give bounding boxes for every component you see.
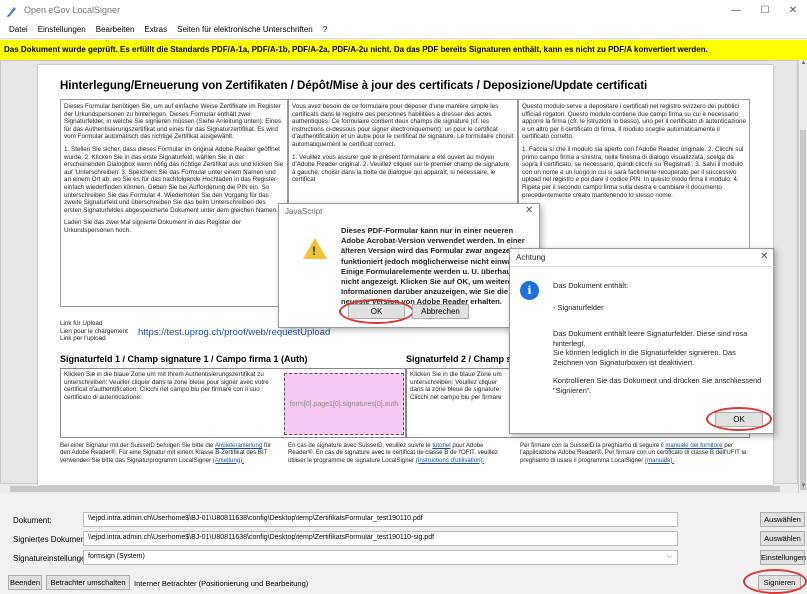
select-signed-document-button[interactable]: Auswählen (760, 531, 805, 546)
warning-icon-mark: ! (312, 244, 316, 258)
menu-extras[interactable]: Extras (139, 22, 172, 38)
settings-button[interactable]: Einstellungen (760, 550, 806, 565)
highlight-ellipse (743, 569, 807, 594)
upload-link[interactable]: https://test.uprog.ch/proof/web/requestU… (138, 327, 330, 338)
signature-field-2-title: Signaturfeld 2 / Champ s (406, 354, 512, 364)
javascript-dialog: JavaScript ✕ ! Dieses PDF-Formular kann … (278, 203, 540, 328)
select-document-button[interactable]: Auswählen (760, 512, 805, 527)
js-dialog-title: JavaScript (285, 207, 323, 216)
suisseid-note-german: Bei einer Signatur mit der SuisseID befo… (60, 442, 280, 464)
highlight-ellipse (339, 299, 414, 324)
signature-settings-value: formsign (System) (88, 553, 145, 560)
signature-2-instructions: Klicken Sie in die blaue Zone um untersc… (410, 371, 502, 401)
achtung-line3: Das Dokument enthält leere Signaturfelde… (553, 329, 748, 348)
info-icon: i (520, 281, 539, 300)
vertical-scrollbar[interactable]: ▲ ▼ (798, 60, 807, 493)
anbieteranleitung-link[interactable]: Anbieteranleitung (215, 442, 262, 449)
signature-settings-label: Signatureinstellungen: (13, 554, 93, 563)
chevron-down-icon: ⌵ (666, 553, 672, 560)
signed-document-path-field[interactable]: \\ejpd.intra.admin.ch\Userhome$\BJ-01\U8… (83, 531, 678, 546)
signature-settings-select[interactable]: formsign (System) ⌵ (83, 550, 678, 565)
tutoriel-link[interactable]: tutoriel (432, 442, 450, 449)
instructions-link[interactable]: (Instructions d'utilisation). (416, 457, 485, 464)
menu-bearbeiten[interactable]: Bearbeiten (91, 22, 140, 38)
achtung-title: Achtung (516, 253, 546, 262)
maximize-button[interactable]: ☐ (751, 2, 779, 20)
achtung-line4: Sie können lediglich in die Signaturfeld… (553, 348, 736, 367)
german-intro: Dieses Formular benötigen Sie, um auf ei… (64, 103, 282, 141)
note-it-text1: Per firmare con la SuisseID la preghiamo… (520, 442, 664, 449)
document-label: Dokument: (13, 516, 52, 525)
anleitung-link[interactable]: (Anleitung). (213, 457, 244, 464)
menu-seiten[interactable]: Seiten für elektronische Unterschriften (172, 22, 318, 38)
suisseid-note-italian: Per firmare con la SuisseID la preghiamo… (520, 442, 750, 464)
german-outro: Laden Sie das zwei Mal signierte Dokumen… (64, 219, 242, 234)
js-dialog-message: Dieses PDF-Formular kann nur in einer ne… (341, 226, 536, 307)
french-intro: Vous avez besoin de ce formulaire pour d… (292, 103, 514, 148)
js-cancel-button[interactable]: Abbrechen (412, 304, 469, 319)
suisseid-note-french: En cas de signature avec SuisseID, veuil… (288, 442, 510, 464)
note-fr-text1: En cas de signature avec SuisseID, veuil… (288, 442, 431, 449)
italian-intro: Questo modulo serve a depositare i certi… (522, 103, 746, 141)
window-title: Open eGov LocalSigner (24, 5, 121, 15)
pdfa-warning-banner: Das Dokument wurde geprüft. Es erfüllt d… (0, 40, 807, 60)
dialog-divider (510, 266, 775, 267)
menu-datei[interactable]: Datei (4, 22, 33, 38)
title-bar: Open eGov LocalSigner — ☐ ✕ (0, 0, 807, 22)
menu-einstellungen[interactable]: Einstellungen (33, 22, 91, 38)
empty-signature-field[interactable]: form[0].page1[0].signatures[0].auth (284, 373, 404, 435)
close-window-button[interactable]: ✕ (779, 2, 807, 20)
signature-1-instructions: Klicken Sie in die blaue Zone um mit Ihr… (64, 371, 269, 401)
scroll-down-icon[interactable]: ▼ (799, 483, 807, 493)
hscroll-thumb[interactable] (10, 486, 780, 492)
column-german: Dieses Formular benötigen Sie, um auf ei… (60, 99, 288, 307)
internal-viewer-label: Interner Betrachter (Positionierung und … (134, 579, 309, 588)
js-dialog-close-icon[interactable]: ✕ (525, 205, 533, 216)
minimize-button[interactable]: — (722, 2, 750, 20)
scroll-up-icon[interactable]: ▲ (799, 60, 807, 70)
italian-steps: 1. Faccia si che il modulo sia aperto co… (522, 145, 744, 199)
pen-icon (7, 7, 16, 17)
achtung-line1: Das Dokument enthält: (553, 281, 629, 290)
achtung-line2: - Signaturfelder (553, 303, 604, 312)
achtung-line5: Kontrollieren Sie das Dokument und drück… (553, 376, 762, 395)
pdf-title: Hinterlegung/Erneuerung von Zertifikaten… (60, 80, 648, 92)
document-path-field[interactable]: \\ejpd.intra.admin.ch\Userhome$\BJ-01\U8… (83, 512, 678, 527)
french-steps: 1. Veuillez vous assurer que le présent … (292, 153, 510, 184)
manuale-fornitore-link[interactable]: manuale del fornitore (665, 442, 722, 449)
upload-label: Link für Upload Lien pour le chargement … (60, 320, 128, 342)
quit-button[interactable]: Beenden (8, 575, 42, 590)
highlight-ellipse (706, 407, 772, 431)
achtung-dialog: Achtung ✕ i Das Dokument enthält: - Sign… (509, 248, 775, 434)
scroll-thumb[interactable] (800, 130, 806, 490)
signature-field-1-title: Signaturfeld 1 / Champ signature 1 / Cam… (60, 354, 308, 364)
manuale-link[interactable]: (manuale). (645, 457, 674, 464)
menu-bar: Datei Einstellungen Bearbeiten Extras Se… (0, 22, 807, 39)
toggle-viewer-button[interactable]: Betrachter umschalten (46, 575, 130, 590)
note-de-text1: Bei einer Signatur mit der SuisseID befo… (60, 442, 214, 449)
achtung-close-icon[interactable]: ✕ (760, 251, 768, 262)
german-steps: 1. Stellen Sie sicher, dass dieses Formu… (64, 145, 284, 214)
signed-document-label: Signiertes Dokument: (13, 535, 90, 544)
menu-help[interactable]: ? (318, 22, 332, 38)
